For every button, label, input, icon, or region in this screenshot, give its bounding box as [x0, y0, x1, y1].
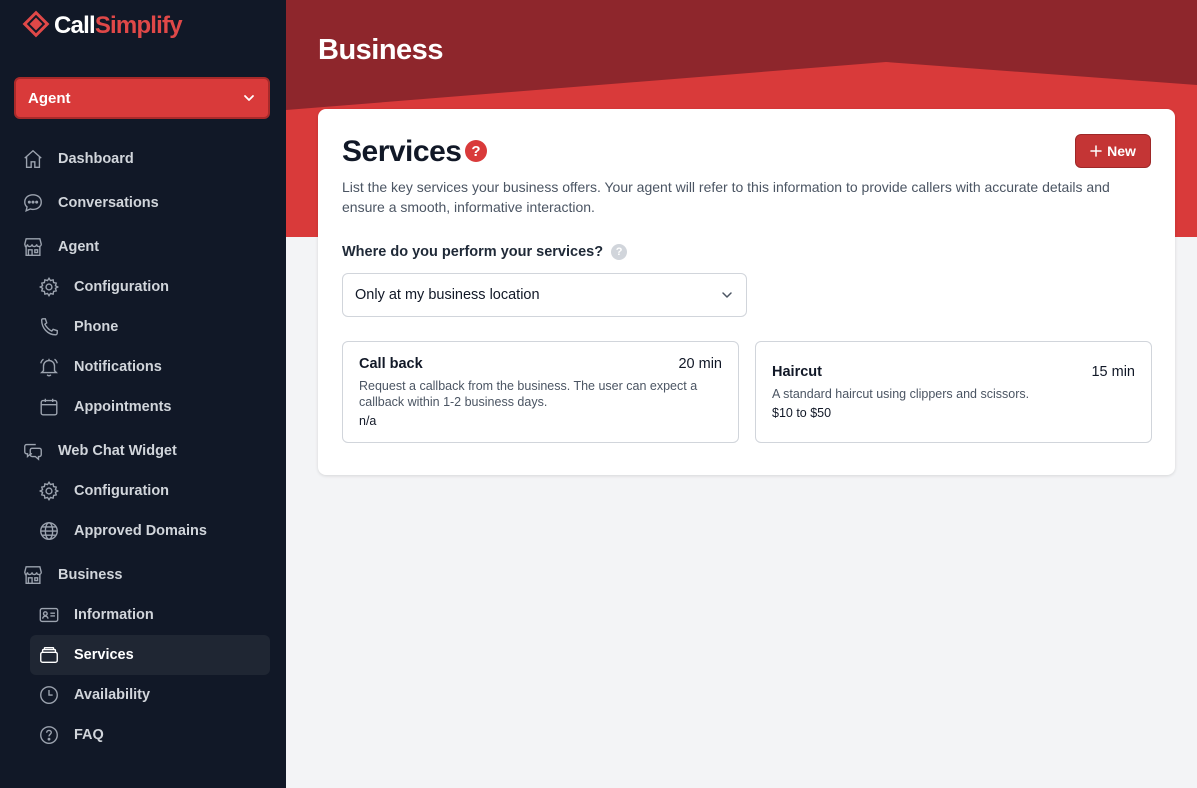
sidebar-item-label: Dashboard [58, 151, 134, 167]
sidebar-item-label: Configuration [74, 279, 170, 295]
sidebar-item-label: Phone [74, 319, 119, 335]
help-icon[interactable]: ? [465, 140, 487, 162]
sidebar-item-label: Services [74, 647, 134, 663]
sidebar-item-phone[interactable]: Phone [30, 307, 270, 347]
clock-icon [38, 684, 60, 706]
chat-bubbles-icon [22, 440, 44, 462]
service-duration: 20 min [678, 356, 722, 372]
sidebar-item-dashboard[interactable]: Dashboard [22, 139, 270, 179]
sidebar: CallSimplify Agent Dashboard Conversatio… [0, 0, 286, 788]
sidebar-item-agent-configuration[interactable]: Configuration [30, 267, 270, 307]
sidebar-item-label: Information [74, 607, 154, 623]
help-icon-glyph: ? [471, 142, 481, 160]
service-duration: 15 min [1091, 364, 1135, 380]
sidebar-item-faq[interactable]: FAQ [30, 715, 270, 755]
phone-icon [38, 316, 60, 338]
service-price: $10 to $50 [772, 406, 832, 420]
sidebar-item-appointments[interactable]: Appointments [30, 387, 270, 427]
sidebar-item-web-chat-widget[interactable]: Web Chat Widget [22, 431, 270, 471]
location-help-glyph: ? [615, 246, 623, 258]
services-card: Services ? New List the key services you… [318, 109, 1175, 475]
sidebar-item-label: Conversations [58, 195, 159, 211]
chevron-down-icon [244, 95, 254, 101]
store-icon [22, 564, 44, 586]
new-button-label: New [1107, 143, 1136, 159]
location-help-icon[interactable]: ? [611, 244, 628, 260]
sidebar-item-notifications[interactable]: Notifications [30, 347, 270, 387]
bell-icon [38, 356, 60, 378]
agent-select-label: Agent [28, 89, 71, 107]
sidebar-item-label: Business [58, 567, 123, 583]
service-location-value: Only at my business location [355, 287, 540, 303]
question-circle-icon [38, 724, 60, 746]
sidebar-item-services[interactable]: Services [30, 635, 270, 675]
plus-icon [1090, 145, 1102, 157]
sidebar-item-business[interactable]: Business [22, 555, 270, 595]
sidebar-item-agent[interactable]: Agent [22, 227, 270, 267]
gear-icon [38, 276, 60, 298]
agent-select[interactable]: Agent [14, 77, 270, 119]
sidebar-item-information[interactable]: Information [30, 595, 270, 635]
sidebar-item-label: Appointments [74, 399, 172, 415]
sidebar-item-label: Approved Domains [74, 523, 207, 539]
service-name: Call back [359, 356, 423, 372]
logo[interactable]: CallSimplify [22, 10, 183, 43]
sidebar-item-widget-configuration[interactable]: Configuration [30, 471, 270, 511]
globe-icon [38, 520, 60, 542]
service-location-label: Where do you perform your services? ? [342, 244, 628, 260]
gear-icon [38, 480, 60, 502]
sidebar-item-label: Agent [58, 239, 100, 255]
store-icon [22, 236, 44, 258]
chat-icon [22, 192, 44, 214]
service-location-question: Where do you perform your services? [342, 244, 604, 260]
sidebar-item-label: FAQ [74, 727, 104, 743]
service-name: Haircut [772, 364, 822, 380]
sidebar-item-label: Configuration [74, 483, 170, 499]
logo-text: CallSimplify [54, 12, 183, 39]
calendar-icon [38, 396, 60, 418]
services-title: Services [342, 135, 462, 168]
chevron-down-icon [722, 292, 732, 298]
service-description: Request a callback from the business. Th… [359, 379, 698, 409]
logo-diamond-icon [22, 10, 50, 43]
home-icon [22, 148, 44, 170]
sidebar-item-availability[interactable]: Availability [30, 675, 270, 715]
new-service-button[interactable]: New [1075, 134, 1151, 168]
id-card-icon [38, 604, 60, 626]
service-card-call-back[interactable]: Call back 20 min Request a callback from… [342, 341, 739, 443]
sidebar-item-label: Availability [74, 687, 151, 703]
service-price: n/a [359, 414, 377, 428]
services-icon [38, 644, 60, 666]
sidebar-item-label: Notifications [74, 359, 162, 375]
service-location-select[interactable]: Only at my business location [342, 273, 747, 317]
service-description: A standard haircut using clippers and sc… [772, 387, 1030, 401]
sidebar-item-label: Web Chat Widget [58, 443, 177, 459]
page-title: Business [318, 34, 443, 66]
service-card-haircut[interactable]: Haircut 15 min A standard haircut using … [755, 341, 1152, 443]
sidebar-item-conversations[interactable]: Conversations [22, 183, 270, 223]
services-description: List the key services your business offe… [342, 179, 1110, 215]
sidebar-item-approved-domains[interactable]: Approved Domains [30, 511, 270, 551]
